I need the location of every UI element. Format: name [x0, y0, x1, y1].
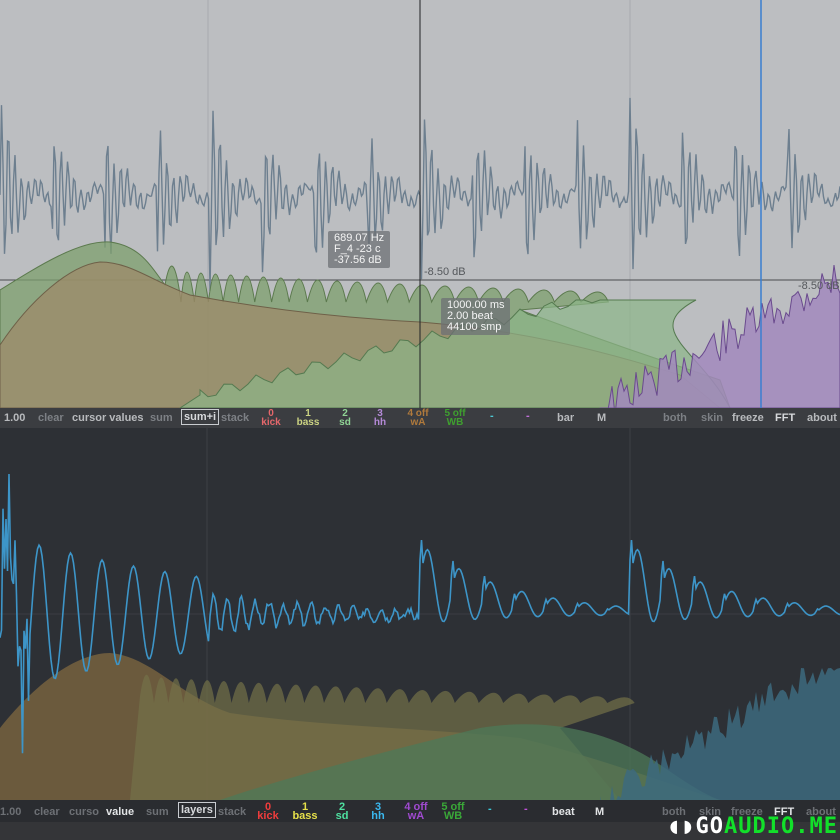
- layer-sd-toggle[interactable]: 2 sd: [335, 409, 355, 428]
- scale-value[interactable]: 1.00: [4, 412, 25, 424]
- db-label-right: -8.50 dB: [798, 280, 840, 292]
- layer-hh-toggle-bottom[interactable]: 3 hh: [368, 802, 388, 822]
- m-button-bottom[interactable]: M: [595, 806, 604, 818]
- layer-kick-name-bottom: kick: [257, 810, 279, 822]
- layer-wb-toggle-bottom[interactable]: 5 off WB: [438, 802, 468, 822]
- stack-button[interactable]: stack: [221, 412, 249, 424]
- about-button[interactable]: about: [807, 412, 837, 424]
- layer-hh-toggle[interactable]: 3 hh: [370, 409, 390, 428]
- layer-bass-toggle[interactable]: 1 bass: [294, 409, 322, 428]
- layer-bass-name-bottom: bass: [292, 810, 318, 822]
- top-analyzer-panel[interactable]: 689.07 Hz F_4 -23 c -37.56 dB 1000.00 ms…: [0, 0, 840, 408]
- sum-plus-i-button[interactable]: sum+i: [181, 409, 220, 425]
- logo-suffix: AUDIO.ME: [724, 814, 838, 839]
- dash-button-2[interactable]: -: [526, 410, 530, 422]
- stack-button-bottom[interactable]: stack: [218, 806, 246, 818]
- logo-headphone-icon: ◖◗: [667, 814, 696, 839]
- clear-button-bottom[interactable]: clear: [34, 806, 60, 818]
- clear-button[interactable]: clear: [38, 412, 64, 424]
- dash-button-1[interactable]: -: [490, 410, 494, 422]
- value-button-bottom[interactable]: value: [106, 806, 134, 818]
- layer-wb-toggle[interactable]: 5 off WB: [440, 409, 470, 428]
- sum-button-bottom[interactable]: sum: [146, 806, 169, 818]
- frequency-db: -37.56 dB: [334, 254, 382, 266]
- time-readout: 1000.00 ms 2.00 beat 44100 smp: [441, 298, 511, 335]
- layer-wa-toggle[interactable]: 4 off wA: [403, 409, 433, 428]
- layer-hh-name-bottom: hh: [371, 810, 385, 822]
- layer-wa-name-bottom: wA: [407, 810, 425, 822]
- layer-sd-toggle-bottom[interactable]: 2 sd: [332, 802, 352, 822]
- top-toolbar: 1.00 clear cursor values sum sum+i stack…: [0, 408, 840, 428]
- scale-value-bottom[interactable]: 1.00: [0, 806, 21, 818]
- layer-bass-name: bass: [296, 417, 320, 428]
- layer-wa-name: wA: [410, 417, 426, 428]
- sum-button[interactable]: sum: [150, 412, 173, 424]
- dash-button-2-bottom[interactable]: -: [524, 803, 528, 815]
- layer-kick-toggle[interactable]: 0 kick: [258, 409, 284, 428]
- m-button[interactable]: M: [597, 412, 606, 424]
- time-samples: 44100 smp: [447, 321, 502, 333]
- freeze-button[interactable]: freeze: [732, 412, 764, 424]
- bar-button[interactable]: bar: [557, 412, 574, 424]
- bottom-spectrum-teal: [600, 668, 840, 800]
- cursor-button-bottom[interactable]: curso: [69, 806, 99, 818]
- layer-hh-name: hh: [373, 417, 387, 428]
- top-analyzer-canvas[interactable]: [0, 0, 840, 408]
- frequency-readout: 689.07 Hz F_4 -23 c -37.56 dB: [328, 231, 391, 268]
- db-label-left: -8.50 dB: [424, 266, 466, 278]
- logo-prefix: GO: [695, 814, 725, 839]
- layer-sd-name-bottom: sd: [335, 810, 349, 822]
- dash-button-1-bottom[interactable]: -: [488, 803, 492, 815]
- cursor-values-button[interactable]: cursor values: [72, 412, 144, 424]
- bottom-analyzer-canvas[interactable]: [0, 428, 840, 800]
- goaudio-logo: ◖◗GOAUDIO.ME: [667, 814, 838, 840]
- skin-button[interactable]: skin: [701, 412, 723, 424]
- layer-sd-name: sd: [339, 417, 351, 428]
- layers-button-bottom[interactable]: layers: [178, 802, 216, 818]
- both-button[interactable]: both: [663, 412, 687, 424]
- beat-button-bottom[interactable]: beat: [552, 806, 575, 818]
- fft-button[interactable]: FFT: [775, 412, 795, 424]
- layer-wb-name-bottom: WB: [443, 810, 463, 822]
- layer-kick-name: kick: [261, 417, 281, 428]
- bottom-analyzer-panel[interactable]: [0, 428, 840, 800]
- layer-wb-name: WB: [446, 417, 464, 428]
- layer-bass-toggle-bottom[interactable]: 1 bass: [291, 802, 319, 822]
- layer-kick-toggle-bottom[interactable]: 0 kick: [255, 802, 281, 822]
- layer-wa-toggle-bottom[interactable]: 4 off wA: [401, 802, 431, 822]
